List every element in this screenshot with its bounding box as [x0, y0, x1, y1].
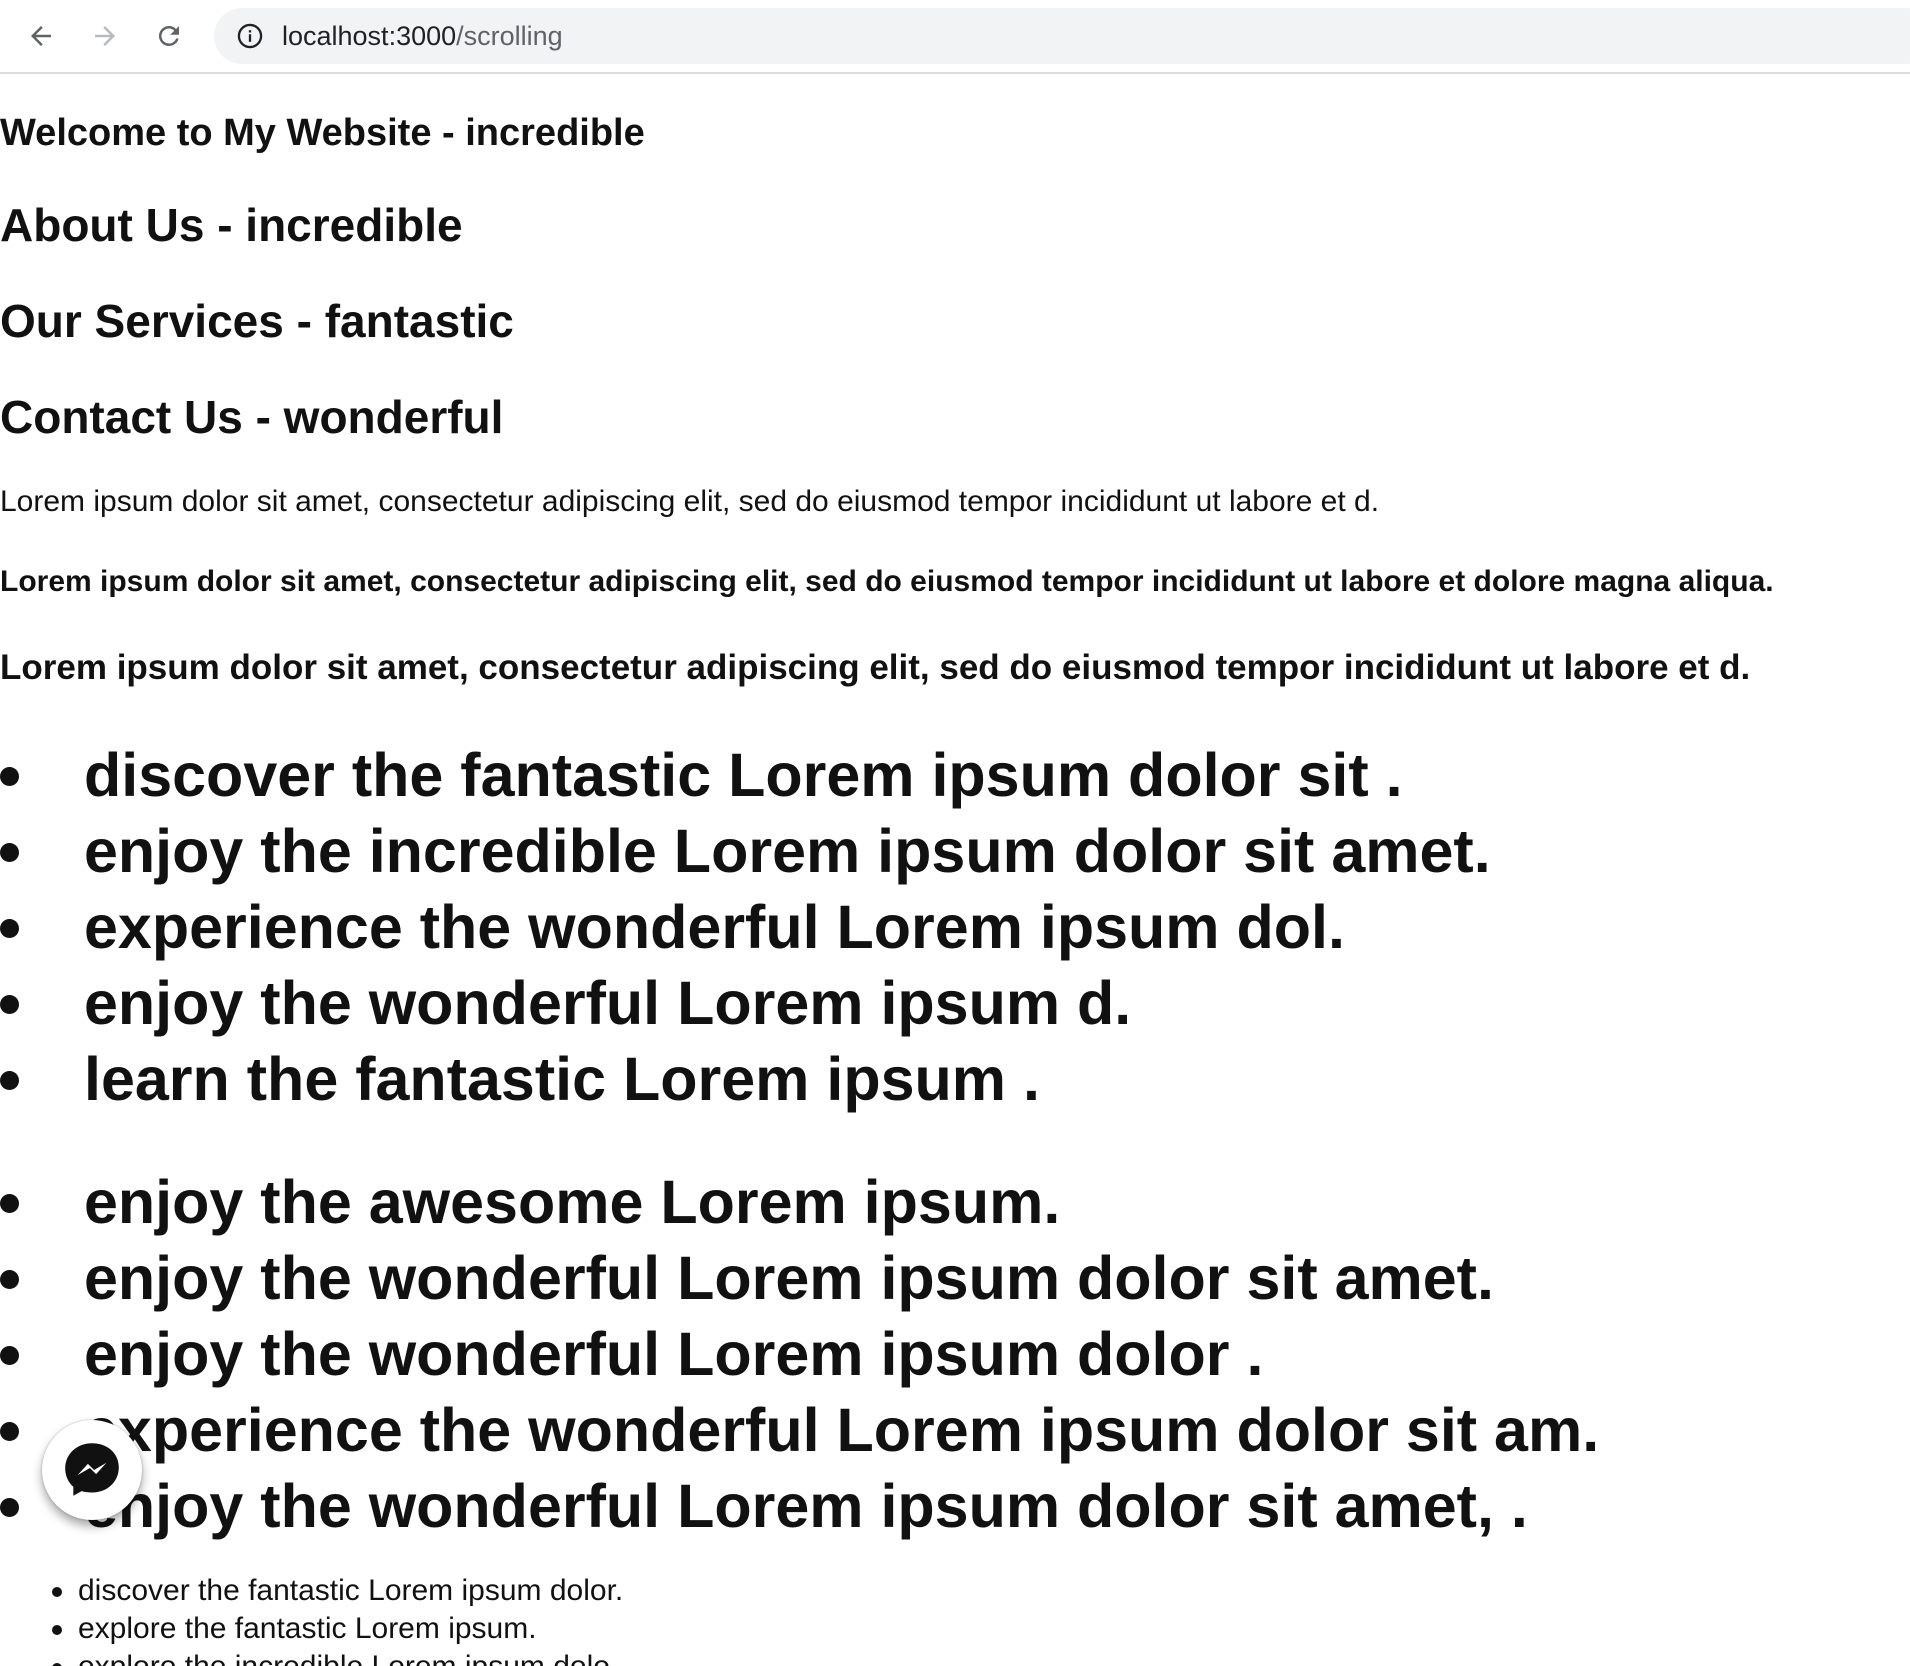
- section-heading-about: About Us - incredible: [0, 199, 463, 251]
- url-host: localhost:3000: [282, 21, 457, 51]
- list-item: explore the fantastic Lorem ipsum.: [0, 1610, 623, 1648]
- info-icon[interactable]: [236, 22, 264, 50]
- list-item: enjoy the incredible Lorem ipsum dolor s…: [0, 813, 1491, 889]
- browser-toolbar: localhost:3000/scrolling: [0, 0, 1910, 74]
- list-item: enjoy the wonderful Lorem ipsum d.: [0, 965, 1491, 1041]
- list-item: discover the fantastic Lorem ipsum dolor…: [0, 1572, 623, 1610]
- paragraph: Lorem ipsum dolor sit amet, consectetur …: [0, 648, 1751, 687]
- paragraph: Lorem ipsum dolor sit amet, consectetur …: [0, 485, 1380, 518]
- list-item: explore the incredible Lorem ipsum dolo.: [0, 1648, 623, 1666]
- page-title: Welcome to My Website - incredible: [0, 112, 645, 154]
- reload-icon: [158, 25, 179, 46]
- list-item: enjoy the wonderful Lorem ipsum dolor .: [0, 1316, 1599, 1392]
- back-button[interactable]: [22, 17, 60, 55]
- messenger-chat-button[interactable]: [42, 1420, 142, 1520]
- list-item: discover the fantastic Lorem ipsum dolor…: [0, 737, 1491, 813]
- back-icon: [31, 26, 51, 46]
- url-path: /scrolling: [456, 21, 563, 51]
- page-content: Welcome to My Website - incredible About…: [0, 72, 1910, 1666]
- list-item: enjoy the awesome Lorem ipsum.: [0, 1164, 1599, 1240]
- list-item: enjoy the wonderful Lorem ipsum dolor si…: [0, 1240, 1599, 1316]
- list-item: experience the wonderful Lorem ipsum dol…: [0, 1392, 1599, 1468]
- reload-button[interactable]: [150, 17, 188, 55]
- paragraph: Lorem ipsum dolor sit amet, consectetur …: [0, 565, 1774, 598]
- messenger-icon: [65, 1443, 119, 1496]
- list-item: learn the fantastic Lorem ipsum .: [0, 1041, 1491, 1117]
- url-text[interactable]: localhost:3000/scrolling: [282, 21, 563, 52]
- large-list-1: discover the fantastic Lorem ipsum dolor…: [0, 737, 1491, 1117]
- list-item: experience the wonderful Lorem ipsum dol…: [0, 889, 1491, 965]
- forward-icon: [95, 26, 115, 46]
- forward-button[interactable]: [86, 17, 124, 55]
- small-list: discover the fantastic Lorem ipsum dolor…: [0, 1572, 623, 1666]
- section-heading-contact: Contact Us - wonderful: [0, 391, 504, 443]
- large-list-2: enjoy the awesome Lorem ipsum. enjoy the…: [0, 1164, 1599, 1544]
- list-item: enjoy the wonderful Lorem ipsum dolor si…: [0, 1468, 1599, 1544]
- section-heading-services: Our Services - fantastic: [0, 295, 514, 347]
- address-bar[interactable]: localhost:3000/scrolling: [214, 8, 1910, 64]
